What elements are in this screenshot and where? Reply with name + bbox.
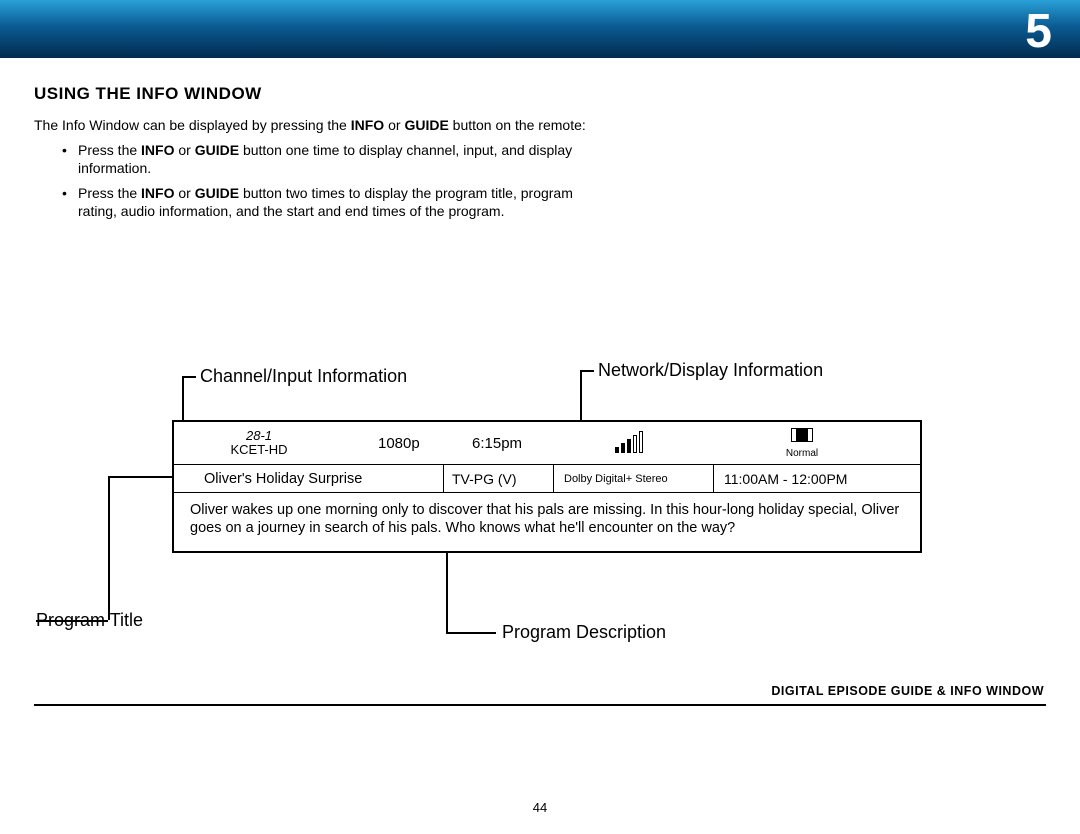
text: button on the remote: [449, 117, 586, 133]
cell-audio: Dolby Digital+ Stereo [554, 465, 714, 492]
connector-line [446, 546, 448, 632]
aspect-ratio-icon [791, 428, 813, 442]
info-row-2: Oliver's Holiday Surprise TV-PG (V) Dolb… [174, 464, 920, 492]
text: or [174, 142, 194, 158]
connector-line [580, 370, 594, 372]
text: Press the [78, 142, 141, 158]
callout-network-display: Network/Display Information [598, 360, 823, 381]
text-bold: INFO [351, 117, 384, 133]
cell-timespan: 11:00AM - 12:00PM [714, 465, 920, 492]
signal-bars-icon [615, 433, 643, 453]
info-row-description: Oliver wakes up one morning only to disc… [174, 492, 920, 551]
channel-name: KCET-HD [182, 443, 336, 457]
top-banner: 5 [0, 0, 1080, 58]
cell-program-title: Oliver's Holiday Surprise [174, 465, 444, 492]
connector-line [446, 632, 496, 634]
channel-number: 28-1 [182, 429, 336, 443]
text: or [384, 117, 404, 133]
body-content: USING THE INFO WINDOW The Info Window ca… [0, 58, 1080, 220]
connector-line [182, 376, 196, 378]
footer-rule [34, 704, 1046, 706]
text-bold: GUIDE [404, 117, 448, 133]
cell-clock: 6:15pm [464, 422, 574, 464]
text: or [174, 185, 194, 201]
text: Press the [78, 185, 141, 201]
callout-channel-input: Channel/Input Information [200, 366, 407, 387]
cell-resolution: 1080p [344, 422, 464, 464]
text-bold: INFO [141, 185, 174, 201]
text-bold: GUIDE [195, 185, 239, 201]
page-number-bottom: 44 [0, 800, 1080, 815]
intro-paragraph: The Info Window can be displayed by pres… [34, 116, 604, 134]
info-row-1: 28-1 KCET-HD 1080p 6:15pm Normal [174, 422, 920, 464]
aspect-label: Normal [786, 448, 818, 459]
bullet-list: Press the INFO or GUIDE button one time … [34, 142, 584, 220]
list-item: Press the INFO or GUIDE button one time … [78, 142, 584, 177]
text: The Info Window can be displayed by pres… [34, 117, 351, 133]
callout-program-description: Program Description [502, 622, 666, 643]
connector-line [36, 620, 108, 622]
connector-line [108, 476, 110, 620]
cell-signal [574, 422, 684, 464]
cell-rating: TV-PG (V) [444, 465, 554, 492]
footer-section-label: DIGITAL EPISODE GUIDE & INFO WINDOW [771, 684, 1044, 698]
cell-channel: 28-1 KCET-HD [174, 422, 344, 464]
list-item: Press the INFO or GUIDE button two times… [78, 185, 584, 220]
info-window-box: 28-1 KCET-HD 1080p 6:15pm Normal Oliver'… [172, 420, 922, 553]
section-heading: USING THE INFO WINDOW [34, 84, 1046, 104]
text-bold: INFO [141, 142, 174, 158]
chapter-number: 5 [1025, 4, 1052, 59]
text-bold: GUIDE [195, 142, 239, 158]
cell-aspect: Normal [684, 422, 920, 464]
